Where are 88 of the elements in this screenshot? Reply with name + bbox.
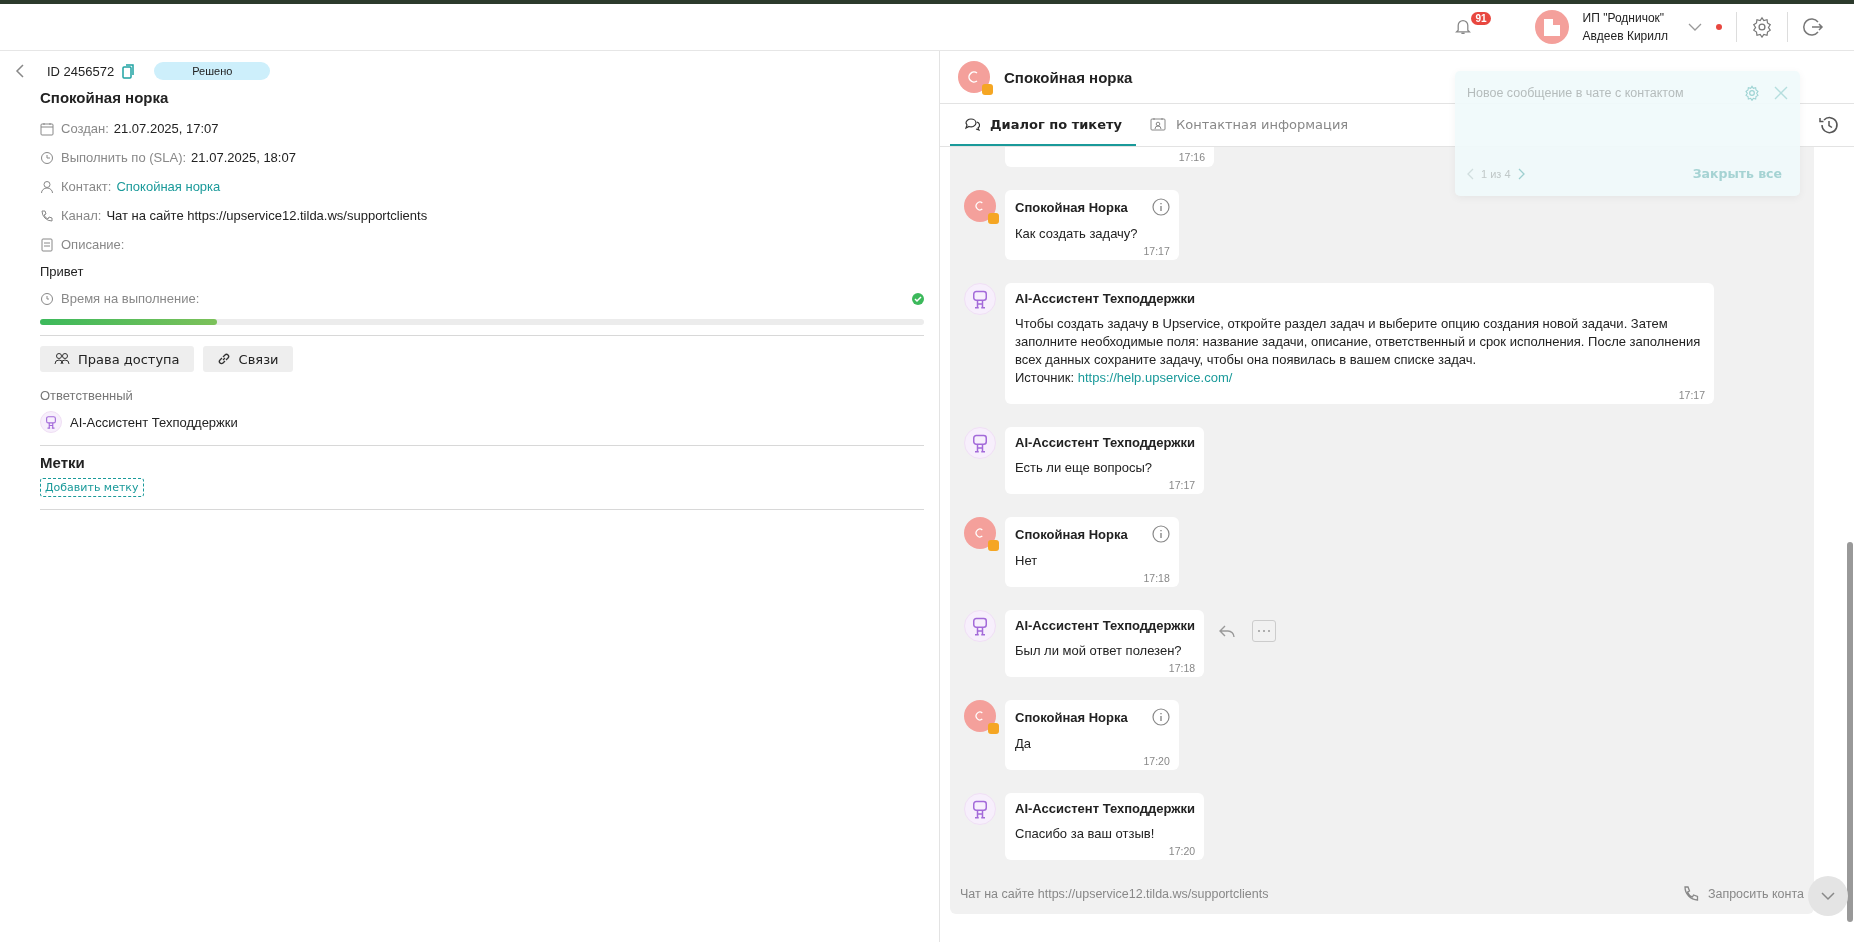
- message-text: Есть ли еще вопросы?: [1015, 459, 1153, 477]
- section-label: Ответственный: [40, 388, 134, 403]
- source-link[interactable]: https://help.upservice.com/: [1077, 370, 1233, 385]
- phone-icon: [1681, 885, 1700, 903]
- company-name: ИП "Родничок": [1582, 10, 1666, 27]
- message-text: Да: [1015, 735, 1033, 753]
- info-icon[interactable]: [1151, 525, 1170, 543]
- robot-avatar-icon: [40, 411, 62, 433]
- contact-avatar-icon: [964, 700, 996, 732]
- ticket-title: Спокойная норка: [40, 89, 170, 106]
- message-text: Как создать задачу?: [1015, 225, 1139, 243]
- contact-name: Спокойная норка: [1004, 68, 1133, 86]
- message-time: 17:17: [1142, 245, 1170, 257]
- ticket-id: ID 2456572: [47, 63, 115, 79]
- history-icon[interactable]: [1818, 114, 1840, 136]
- sender-name: Спокойная Норка: [1015, 526, 1128, 542]
- channel-text: Чат на сайте https://upservice12.tilda.ws/supportclients: [960, 887, 1269, 901]
- message-time: 17:17: [1677, 389, 1705, 401]
- field-value: Чат на сайте https://upservice12.tilda.ws/supportclients: [106, 208, 428, 223]
- add-tag-button[interactable]: Добавить метку: [40, 478, 144, 497]
- tab[interactable]: Контактная информация: [1135, 104, 1363, 146]
- reply-icon[interactable]: [1218, 624, 1237, 638]
- next-icon[interactable]: [1516, 167, 1525, 180]
- field-label: Описание:: [61, 237, 125, 252]
- copy-icon[interactable]: [122, 63, 135, 79]
- contact-link[interactable]: Спокойная норка: [116, 179, 221, 194]
- links-button[interactable]: Связи: [202, 346, 293, 372]
- chevron-down-icon[interactable]: [1688, 23, 1702, 31]
- scroll-down-button[interactable]: [1808, 876, 1848, 916]
- document-icon: [40, 237, 54, 252]
- info-icon[interactable]: [1151, 198, 1170, 216]
- clock-icon: [40, 150, 54, 165]
- field-label: Создан:: [61, 121, 109, 136]
- more-icon[interactable]: [1252, 620, 1277, 642]
- message-text: Нет: [1015, 552, 1039, 570]
- access-button[interactable]: Права доступа: [40, 346, 194, 372]
- contact-avatar-icon: [958, 61, 990, 93]
- notification-count: 91: [1471, 11, 1491, 25]
- link-icon: [216, 352, 231, 366]
- section-title: Метки: [40, 454, 86, 471]
- sender-name: Спокойная Норка: [1015, 709, 1128, 725]
- calendar-icon: [40, 121, 54, 136]
- field-label: Контакт:: [61, 179, 112, 194]
- message-time: 17:16: [1178, 151, 1205, 163]
- people-icon: [54, 352, 70, 366]
- info-icon[interactable]: [1151, 708, 1170, 726]
- chat-icon: [964, 117, 980, 131]
- message-time: 17:17: [1167, 479, 1196, 491]
- field-value: 21.07.2025, 18:07: [191, 150, 296, 165]
- responsible-name: AI-Ассистент Техподдержки: [70, 414, 238, 430]
- logout-icon[interactable]: [1802, 16, 1824, 38]
- sender-name: AI-Ассистент Техподдержки: [1015, 435, 1196, 450]
- status-badge: Решено: [154, 62, 271, 80]
- robot-avatar-icon: [964, 793, 996, 825]
- settings-icon[interactable]: [1751, 16, 1773, 38]
- chevron-down-icon: [1820, 891, 1836, 901]
- message-time: 17:20: [1167, 845, 1196, 857]
- sender-name: AI-Ассистент Техподдержки: [1015, 618, 1196, 633]
- contact-card-icon: [1149, 117, 1166, 131]
- phone-icon: [40, 208, 54, 223]
- field-label: Выполнить по (SLA):: [61, 150, 187, 165]
- field-value: 21.07.2025, 17:07: [113, 121, 219, 136]
- message-text: Был ли мой ответ полезен?: [1015, 642, 1183, 660]
- back-icon[interactable]: [15, 63, 25, 79]
- message-text: Спасибо за ваш отзыв!: [1015, 825, 1156, 843]
- clock-icon: [40, 291, 54, 306]
- robot-avatar-icon: [964, 283, 996, 315]
- message-text: Чтобы создать задачу в Upservice, откройте раздел задач и выберите опцию создания новой задачи. Затем заполните необходимые поля: название задачи, описание, ответственный и срок исполнения. После заполнения всех данных сохраните задачу, чтобы она появилась в вашем списке задач.: [1015, 315, 1702, 369]
- source-label: Источник:: [1015, 370, 1075, 385]
- sender-name: Спокойная Норка: [1015, 199, 1128, 215]
- request-contact-link[interactable]: Запросить конта: [1707, 887, 1804, 901]
- building-icon: [1534, 10, 1569, 44]
- message-time: 17:18: [1167, 662, 1196, 674]
- field-label: Время на выполнение:: [61, 291, 200, 306]
- robot-avatar-icon: [964, 427, 996, 459]
- description-text: Привет: [40, 263, 85, 281]
- notification-bell-icon[interactable]: [1455, 17, 1472, 37]
- contact-avatar-icon: [964, 517, 996, 549]
- notification-text: Новое сообщение в чате с контактом: [1467, 86, 1685, 100]
- sender-name: AI-Ассистент Техподдержки: [1015, 291, 1196, 306]
- user-icon: [40, 179, 54, 194]
- contact-avatar-icon: [964, 190, 996, 222]
- sender-name: AI-Ассистент Техподдержки: [1015, 801, 1196, 816]
- message-time: 17:18: [1142, 572, 1170, 584]
- field-label: Канал:: [61, 208, 102, 223]
- user-name: Авдеев Кирилл: [1582, 28, 1668, 45]
- message-time: 17:20: [1142, 755, 1170, 767]
- robot-avatar-icon: [964, 610, 996, 642]
